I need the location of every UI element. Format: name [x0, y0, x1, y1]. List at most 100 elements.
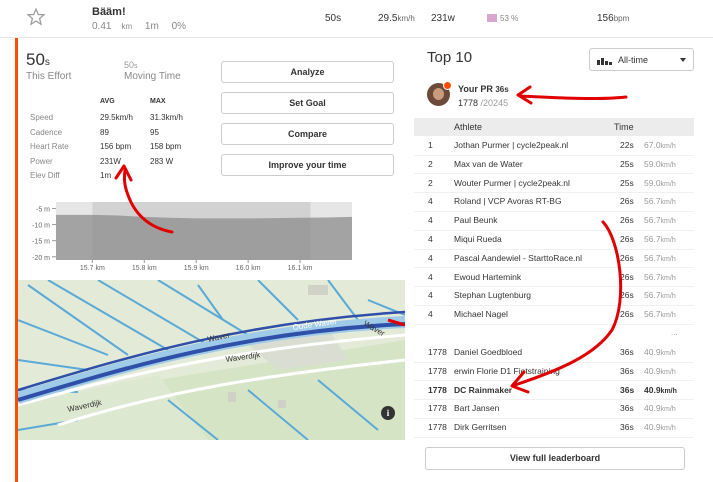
leaderboard-title: Top 10	[427, 49, 473, 66]
effort-speed: 56.7km/h	[644, 196, 676, 207]
stat-avg: 231W	[100, 156, 121, 166]
stat-max: 283 W	[150, 156, 174, 166]
effort-speed: 56.7km/h	[644, 215, 676, 226]
effort-time: 26s	[620, 215, 634, 226]
leaderboard-row[interactable]: 4 Pascal Aandewiel - StarttoRace.nl 26s 56.…	[414, 249, 694, 268]
athlete-name[interactable]: Miqui Rueda	[454, 234, 502, 244]
leaderboard-row[interactable]: 4 Stephan Lugtenburg 26s 56.7km/h	[414, 286, 694, 305]
effort-time: 22s	[620, 140, 634, 150]
leaderboard-row[interactable]: 1778 erwin Florie D1 Fietstraining 36s 40.9…	[414, 362, 694, 381]
rank: 2	[428, 158, 433, 169]
leaderboard-row[interactable]: 1778 Bart Jansen 36s 40.9km/h	[414, 399, 694, 418]
leaderboard-row[interactable]: 2 Wouter Purmer | cycle2peak.nl 25s 59.0km/…	[414, 174, 694, 193]
star-icon[interactable]	[26, 7, 46, 27]
set-goal-button[interactable]: Set Goal	[221, 92, 394, 114]
stat-row: Power 231W 283 W	[20, 157, 200, 171]
effort-speed: 40.9km/h	[644, 384, 677, 395]
leaderboard-row[interactable]: 1778 Dirk Gerritsen 36s 40.9km/h	[414, 418, 694, 437]
leaderboard-row[interactable]: 2 Max van de Water 25s 59.0km/h	[414, 155, 694, 174]
effort-time: 26s	[620, 290, 634, 301]
this-effort-value: 50s	[26, 50, 50, 69]
improve-time-button[interactable]: Improve your time	[221, 154, 394, 176]
stat-max: 31.3km/h	[150, 113, 183, 122]
effort-speed: 56.7km/h	[644, 271, 676, 282]
leaderboard-row[interactable]: 4 Michael Nagel 26s 56.7km/h	[414, 305, 694, 324]
x-tick-label: 15.9 km	[184, 265, 209, 272]
effort-speed: 59.0km/h	[644, 158, 676, 169]
pr-title: Your PR 36s	[458, 84, 509, 94]
rank: 1778	[428, 347, 447, 357]
leaderboard-row[interactable]: 4 Ewoud Hartemink 26s 56.7km/h	[414, 268, 694, 287]
bar-chart-icon	[597, 58, 612, 65]
y-tick-label: -20 m	[32, 255, 50, 262]
rank: 2	[428, 177, 433, 188]
rank: 4	[428, 196, 433, 207]
this-effort-label: This Effort	[26, 71, 72, 82]
leaderboard-row[interactable]: 4 Paul Beunk 26s 56.7km/h	[414, 211, 694, 230]
rank: 4	[428, 234, 433, 244]
effort-time: 26s	[620, 234, 634, 244]
analyze-button[interactable]: Analyze	[221, 61, 394, 83]
athlete-name[interactable]: Paul Beunk	[454, 215, 497, 225]
effort-speed: 56.7km/h	[644, 309, 676, 320]
stat-row: Speed 29.5km/h 31.3km/h	[20, 113, 200, 127]
athlete-name[interactable]: Max van de Water	[454, 159, 523, 169]
effort-time: 36s	[620, 422, 634, 433]
map-info-icon[interactable]: i	[381, 406, 395, 420]
stat-avg: 1m	[100, 171, 112, 180]
athlete-name[interactable]: Bart Jansen	[454, 403, 499, 413]
rank: 4	[428, 215, 433, 226]
effort-speed: 40.9km/h	[644, 422, 676, 433]
x-tick-label: 16.1 km	[288, 265, 313, 272]
effort-time: 36s	[620, 384, 635, 395]
y-tick-label: -5 m	[36, 206, 50, 213]
stat-row: Heart Rate 156 bpm 158 bpm	[20, 142, 200, 156]
segment-name[interactable]: Bääm!	[92, 6, 126, 18]
effort-speed: 40.9km/h	[644, 403, 676, 414]
view-full-leaderboard-button[interactable]: View full leaderboard	[425, 447, 685, 470]
stat-max: 95	[150, 127, 159, 137]
athlete-name[interactable]: Ewoud Hartemink	[454, 272, 521, 282]
x-tick-label: 15.8 km	[132, 265, 157, 272]
effort-speed: 56.7km/h	[644, 252, 676, 263]
athlete-column-header: Athlete	[454, 122, 483, 132]
athlete-name[interactable]: erwin Florie D1 Fietstraining	[454, 366, 560, 376]
athlete-name[interactable]: Wouter Purmer | cycle2peak.nl	[454, 178, 570, 188]
x-tick-label: 16.0 km	[236, 265, 261, 272]
rank: 1778	[428, 403, 447, 414]
stat-label: Heart Rate	[30, 142, 69, 151]
leaderboard-filter-value: All-time	[618, 55, 649, 65]
y-tick-label: -15 m	[32, 239, 50, 246]
athlete-name[interactable]: Roland | VCP Avoras RT-BG	[454, 196, 562, 206]
athlete-name[interactable]: Daniel Goedbloed	[454, 347, 522, 357]
athlete-name[interactable]: Stephan Lugtenburg	[454, 290, 531, 300]
moving-time-label: Moving Time	[124, 71, 181, 82]
segment-map[interactable]: Waver Oude Waver Waver Waverdijk Waverdi…	[18, 280, 405, 440]
segment-grade: 0%	[171, 21, 187, 32]
rank: 4	[428, 252, 433, 263]
leaderboard-filter-dropdown[interactable]: All-time	[589, 48, 694, 71]
athlete-name[interactable]: Michael Nagel	[454, 309, 508, 319]
stat-row: Cadence 89 95	[20, 128, 200, 142]
leaderboard-gap: ...	[671, 328, 678, 337]
stat-avg: 29.5km/h	[100, 113, 133, 122]
leaderboard-row[interactable]: 1 Jothan Purmer | cycle2peak.nl 22s 67.0km/…	[414, 136, 694, 155]
leaderboard-row[interactable]: 4 Roland | VCP Avoras RT-BG 26s 56.7km/h	[414, 192, 694, 211]
elevation-chart: -5 m -10 m -15 m -20 m 15.7 km 15.8 km 15.9 km…	[32, 202, 352, 272]
rank: 4	[428, 309, 433, 320]
y-tick-label: -10 m	[32, 223, 50, 230]
leaderboard-row[interactable]: 1778 Daniel Goedbloed 36s 40.9km/h	[414, 343, 694, 362]
athlete-name[interactable]: Jothan Purmer | cycle2peak.nl	[454, 140, 568, 150]
pr-badge-icon	[443, 81, 452, 90]
athlete-name[interactable]: DC Rainmaker	[454, 385, 512, 395]
leaderboard-row[interactable]: 4 Miqui Rueda 26s 56.7km/h	[414, 230, 694, 249]
athlete-name[interactable]: Dirk Gerritsen	[454, 422, 506, 432]
effort-speed: 40.9km/h	[644, 365, 676, 376]
effort-time: 25s	[620, 158, 634, 169]
segment-distance: 0.41 km	[92, 21, 133, 32]
compare-button[interactable]: Compare	[221, 123, 394, 145]
leaderboard-row[interactable]: 1778 DC Rainmaker 36s 40.9km/h	[414, 381, 694, 400]
pr-rank: 1778 /20245	[458, 98, 509, 108]
athlete-name[interactable]: Pascal Aandewiel - StarttoRace.nl	[454, 253, 582, 263]
effort-speed: 67.0km/h	[644, 140, 676, 150]
